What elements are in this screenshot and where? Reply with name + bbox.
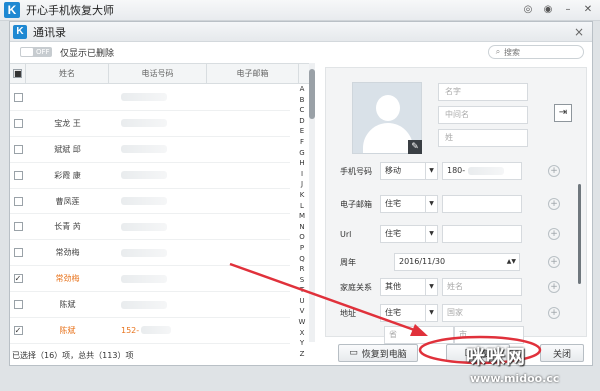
annotation-arrow-head — [410, 324, 428, 336]
watermark-logo: 咪咪网 — [466, 346, 527, 368]
annotation-arrow-line — [229, 262, 421, 334]
watermark-url: www.midoo.cc — [470, 372, 560, 385]
annotation-overlay — [229, 262, 542, 365]
